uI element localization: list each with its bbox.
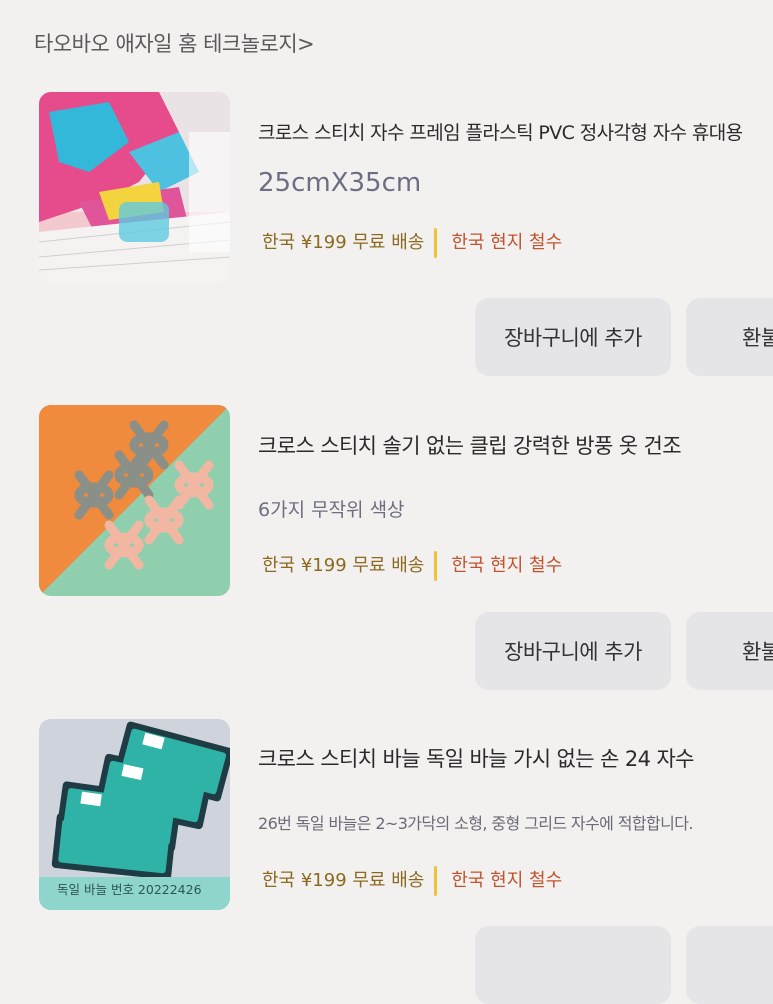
product-image[interactable]: [39, 405, 230, 596]
free-shipping-tag: 한국 ¥199 무료 배송: [262, 870, 425, 891]
product-spec: 6가지 무작위 색상: [258, 499, 405, 521]
product-tags: 한국 ¥199 무료 배송 한국 현지 철수: [262, 228, 562, 258]
product-spec: 25cmX35cm: [258, 168, 422, 198]
add-to-cart-button[interactable]: 장바구니에 추가: [475, 298, 671, 376]
local-withdrawal-tag: 한국 현지 철수: [451, 870, 563, 891]
tag-divider: [434, 866, 438, 896]
refund-button[interactable]: [686, 926, 773, 1004]
product-image[interactable]: 독일 바늘 번호 20222426: [39, 719, 230, 910]
free-shipping-tag: 한국 ¥199 무료 배송: [262, 555, 425, 576]
tag-divider: [434, 228, 438, 258]
product-title[interactable]: 크로스 스티치 바늘 독일 바늘 가시 없는 손 24 자수: [258, 743, 694, 773]
add-to-cart-button[interactable]: 장바구니에 추가: [475, 612, 671, 690]
product-title[interactable]: 크로스 스티치 솔기 없는 클립 강력한 방풍 옷 건조: [258, 430, 682, 460]
free-shipping-tag: 한국 ¥199 무료 배송: [262, 232, 425, 253]
local-withdrawal-tag: 한국 현지 철수: [451, 232, 563, 253]
product-tags: 한국 ¥199 무료 배송 한국 현지 철수: [262, 866, 562, 896]
product-image[interactable]: [39, 92, 230, 283]
refund-button[interactable]: 환불: [686, 612, 773, 690]
product-spec: 26번 독일 바늘은 2~3가닥의 소형, 중형 그리드 자수에 적합합니다.: [258, 814, 693, 833]
product-title[interactable]: 크로스 스티치 자수 프레임 플라스틱 PVC 정사각형 자수 휴대용: [258, 118, 743, 145]
product-tags: 한국 ¥199 무료 배송 한국 현지 철수: [262, 551, 562, 581]
local-withdrawal-tag: 한국 현지 철수: [451, 555, 563, 576]
add-to-cart-button[interactable]: [475, 926, 671, 1004]
refund-button[interactable]: 환불: [686, 298, 773, 376]
store-link[interactable]: 타오바오 애자일 홈 테크놀로지>: [34, 28, 315, 58]
tag-divider: [434, 551, 438, 581]
thumb-caption: 독일 바늘 번호 20222426: [57, 882, 202, 897]
